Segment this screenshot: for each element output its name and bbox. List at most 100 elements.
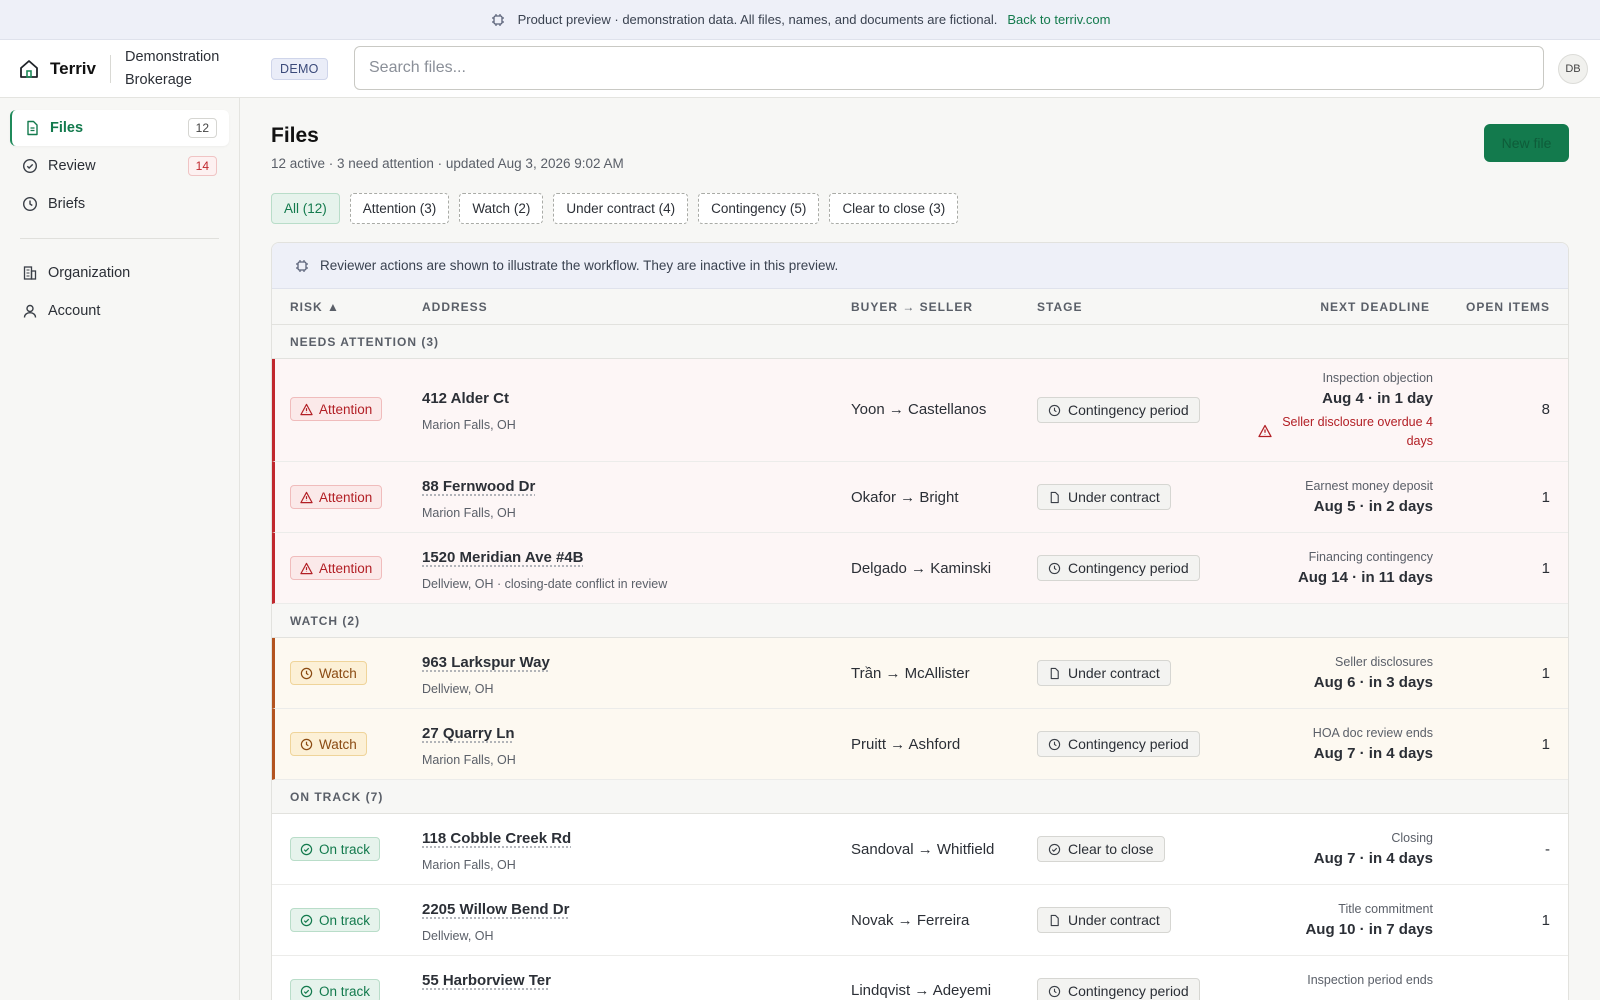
sidebar-item-files[interactable]: Files 12 — [10, 110, 229, 146]
search-input[interactable] — [354, 46, 1544, 90]
table-row[interactable]: On track 55 Harborview Ter Lindqvist → A… — [272, 956, 1568, 1000]
risk-badge: On track — [290, 908, 381, 932]
deadline-date: Aug 7 · in 4 days — [1313, 745, 1433, 762]
address-link[interactable]: 118 Cobble Creek Rd — [422, 830, 571, 847]
table-row[interactable]: Attention 412 Alder Ct Marion Falls, OH … — [272, 359, 1568, 462]
open-items-count: 1 — [1541, 912, 1550, 929]
avatar[interactable]: DB — [1558, 54, 1588, 84]
deadline-label: Financing contingency — [1308, 550, 1433, 564]
brand[interactable]: Terriv Demonstration Brokerage — [18, 46, 245, 92]
warning-icon — [300, 403, 313, 416]
next-deadline: Inspection period ends — [1307, 973, 1433, 987]
check-circle-icon — [300, 914, 313, 927]
buyer-seller: Yoon → Castellanos — [851, 401, 987, 418]
stage-label: Under contract — [1068, 665, 1160, 681]
clock-icon — [300, 738, 313, 751]
address-location: Marion Falls, OH — [422, 753, 516, 767]
address-link[interactable]: 27 Quarry Ln — [422, 725, 515, 742]
risk-badge: Attention — [290, 485, 383, 509]
buyer-seller: Trần → McAllister — [851, 665, 970, 682]
risk-label: Attention — [319, 489, 373, 505]
risk-label: On track — [319, 841, 371, 857]
column-parties[interactable]: BUYER → SELLER — [851, 300, 973, 314]
stage-badge: Under contract — [1037, 484, 1171, 510]
filter-clear-to-close[interactable]: Clear to close (3) — [829, 193, 959, 224]
address-link[interactable]: 1520 Meridian Ave #4B — [422, 549, 583, 566]
filter-watch[interactable]: Watch (2) — [459, 193, 544, 224]
table-row[interactable]: On track 118 Cobble Creek Rd Marion Fall… — [272, 814, 1568, 885]
column-risk[interactable]: RISK ▲ — [290, 300, 340, 314]
column-next-deadline[interactable]: NEXT DEADLINE — [1320, 300, 1430, 314]
banner-text: Product preview · demonstration data. Al… — [517, 12, 998, 27]
document-icon — [1048, 491, 1061, 504]
sidebar-item-review[interactable]: Review 14 — [10, 148, 229, 184]
page-subtitle: 12 active · 3 need attention · updated A… — [271, 156, 624, 171]
filter-all[interactable]: All (12) — [271, 193, 340, 224]
buyer-seller: Novak → Ferreira — [851, 912, 970, 929]
org-name: Demonstration Brokerage — [125, 48, 220, 88]
address-link[interactable]: 412 Alder Ct — [422, 390, 509, 407]
check-circle-icon — [300, 985, 313, 998]
files-table: Reviewer actions are shown to illustrate… — [271, 242, 1569, 1000]
deadline-label: Inspection objection — [1322, 371, 1434, 385]
column-stage[interactable]: STAGE — [1037, 300, 1082, 314]
deadline-label: HOA doc review ends — [1312, 726, 1433, 740]
table-row[interactable]: Watch 27 Quarry Ln Marion Falls, OH Prui… — [272, 709, 1568, 780]
new-file-button[interactable]: New file — [1484, 124, 1569, 162]
back-link[interactable]: Back to terriv.com — [1007, 12, 1110, 27]
document-icon — [1048, 914, 1061, 927]
deadline-date: Aug 10 · in 7 days — [1305, 921, 1433, 938]
table-row[interactable]: On track 2205 Willow Bend Dr Dellview, O… — [272, 885, 1568, 956]
risk-badge: Watch — [290, 661, 367, 685]
notice-text: Reviewer actions are shown to illustrate… — [320, 258, 839, 273]
filter-under-contract[interactable]: Under contract (4) — [553, 193, 689, 224]
file-icon — [24, 120, 40, 136]
address-link[interactable]: 963 Larkspur Way — [422, 654, 550, 671]
sidebar-item-account[interactable]: Account — [10, 293, 229, 329]
deadline-date: Aug 5 · in 2 days — [1313, 498, 1433, 515]
user-icon — [22, 303, 38, 319]
stage-label: Clear to close — [1068, 841, 1154, 857]
stage-badge: Contingency period — [1037, 731, 1200, 757]
stage-label: Under contract — [1068, 489, 1160, 505]
risk-label: Watch — [319, 665, 357, 681]
table-header: RISK ▲ ADDRESS BUYER → SELLER STAGE NEXT… — [272, 289, 1568, 325]
sidebar-item-organization[interactable]: Organization — [10, 255, 229, 291]
sidebar-item-label: Briefs — [48, 196, 86, 212]
deadline-label: Closing — [1391, 831, 1433, 845]
column-open-items[interactable]: OPEN ITEMS — [1466, 300, 1550, 314]
filter-contingency[interactable]: Contingency (5) — [698, 193, 820, 224]
next-deadline: Closing Aug 7 · in 4 days — [1314, 831, 1433, 867]
brand-name: Terriv — [50, 58, 96, 78]
buyer-seller: Sandoval → Whitfield — [851, 841, 995, 858]
risk-badge: Watch — [290, 732, 367, 756]
column-address[interactable]: ADDRESS — [422, 300, 488, 314]
address-link[interactable]: 55 Harborview Ter — [422, 972, 551, 989]
risk-label: Watch — [319, 736, 357, 752]
next-deadline: HOA doc review ends Aug 7 · in 4 days — [1313, 726, 1433, 762]
risk-label: Attention — [319, 401, 373, 417]
brand-divider — [110, 54, 111, 83]
address-link[interactable]: 2205 Willow Bend Dr — [422, 901, 569, 918]
table-row[interactable]: Watch 963 Larkspur Way Dellview, OH Trần… — [272, 638, 1568, 709]
buyer-seller: Okafor → Bright — [851, 489, 959, 506]
info-chip-icon — [294, 258, 310, 274]
table-row[interactable]: Attention 1520 Meridian Ave #4B Dellview… — [272, 533, 1568, 604]
stage-badge: Clear to close — [1037, 836, 1165, 862]
info-chip-icon — [490, 12, 506, 28]
address-link[interactable]: 88 Fernwood Dr — [422, 478, 535, 495]
filter-chips: All (12) Attention (3) Watch (2) Under c… — [271, 193, 959, 224]
clock-icon — [1048, 404, 1061, 417]
deadline-date: Aug 6 · in 3 days — [1313, 674, 1433, 691]
filter-attention[interactable]: Attention (3) — [349, 193, 450, 224]
warning-text: Seller disclosure overdue 4 days — [1282, 415, 1433, 448]
risk-badge: Attention — [290, 556, 383, 580]
group-header-watch: WATCH (2) — [272, 604, 1568, 638]
stage-label: Under contract — [1068, 912, 1160, 928]
risk-badge: On track — [290, 837, 381, 861]
preview-banner: Product preview · demonstration data. Al… — [0, 0, 1600, 40]
table-row[interactable]: Attention 88 Fernwood Dr Marion Falls, O… — [272, 462, 1568, 533]
risk-label: On track — [319, 983, 371, 999]
address-location: Dellview, OH · closing-date conflict in … — [422, 577, 668, 591]
sidebar-item-briefs[interactable]: Briefs — [10, 186, 229, 222]
